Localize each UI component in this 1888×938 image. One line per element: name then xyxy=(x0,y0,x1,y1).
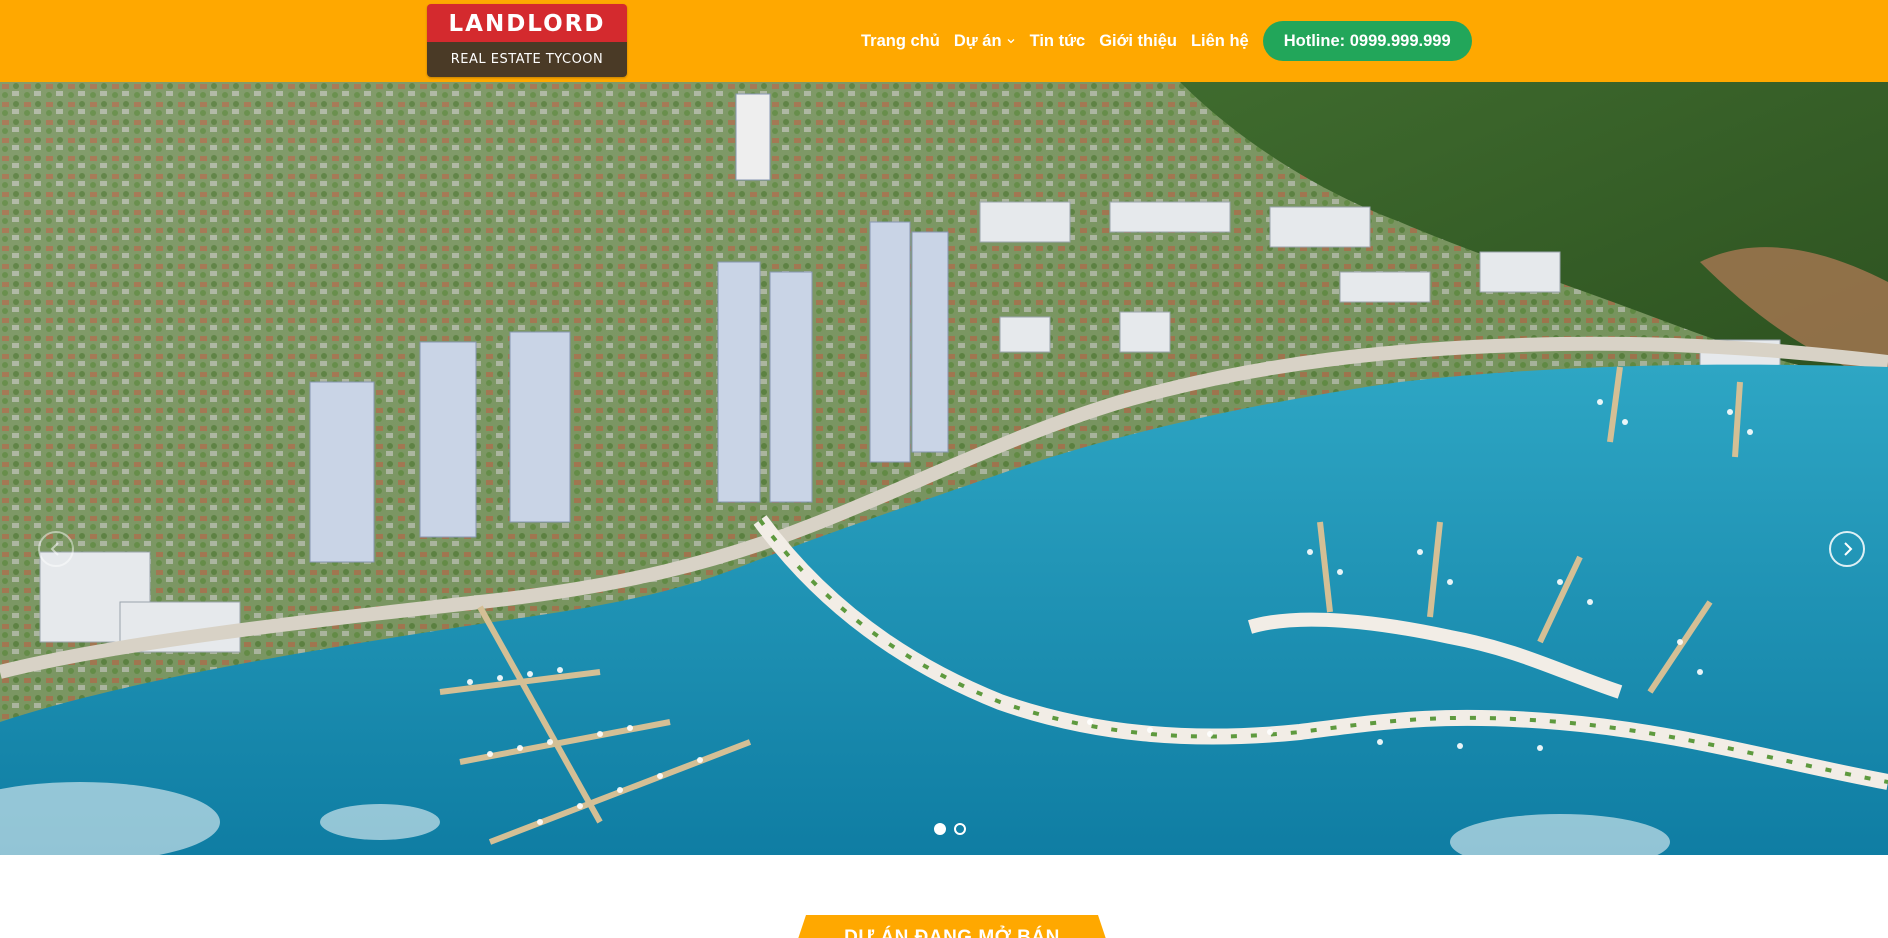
chevron-down-icon xyxy=(1007,39,1015,44)
nav-item-news[interactable]: Tin tức xyxy=(1030,32,1086,51)
slider-dot-2[interactable] xyxy=(954,823,966,835)
chevron-left-icon xyxy=(50,542,59,556)
nav-item-label: Liên hệ xyxy=(1190,31,1249,50)
nav-item-about[interactable]: Giới thiệu xyxy=(1099,32,1177,51)
nav-item-label: Giới thiệu xyxy=(1099,31,1177,50)
nav-item-label: Tin tức xyxy=(1029,31,1086,50)
section-title: DỰ ÁN ĐANG MỞ BÁN xyxy=(844,927,1060,938)
logo-tagline: REAL ESTATE TYCOON xyxy=(427,42,627,77)
slider-prev-button[interactable] xyxy=(38,531,74,567)
section-heading: DỰ ÁN ĐANG MỞ BÁN xyxy=(796,915,1108,938)
nav-item-label: Dự án xyxy=(953,31,1002,50)
logo-brand: LANDLORD xyxy=(427,4,627,42)
nav-item-home[interactable]: Trang chủ xyxy=(861,32,940,51)
site-logo[interactable]: LANDLORD REAL ESTATE TYCOON xyxy=(427,4,627,77)
slider-dots xyxy=(934,823,966,835)
site-header: LANDLORD REAL ESTATE TYCOON Trang chủ Dự… xyxy=(0,0,1888,82)
nav-item-contact[interactable]: Liên hệ xyxy=(1191,32,1249,51)
hotline-button[interactable]: Hotline: 0999.999.999 xyxy=(1262,21,1472,61)
main-nav: Trang chủ Dự án Tin tức Giới thiệu Liên … xyxy=(861,0,1472,82)
chevron-right-icon xyxy=(1844,542,1853,556)
nav-item-projects[interactable]: Dự án xyxy=(954,32,1016,51)
slider-next-button[interactable] xyxy=(1829,531,1865,567)
slider-dot-1[interactable] xyxy=(934,823,946,835)
hero-slider xyxy=(0,82,1888,855)
nav-item-label: Trang chủ xyxy=(861,31,940,50)
hero-image xyxy=(0,82,1888,855)
